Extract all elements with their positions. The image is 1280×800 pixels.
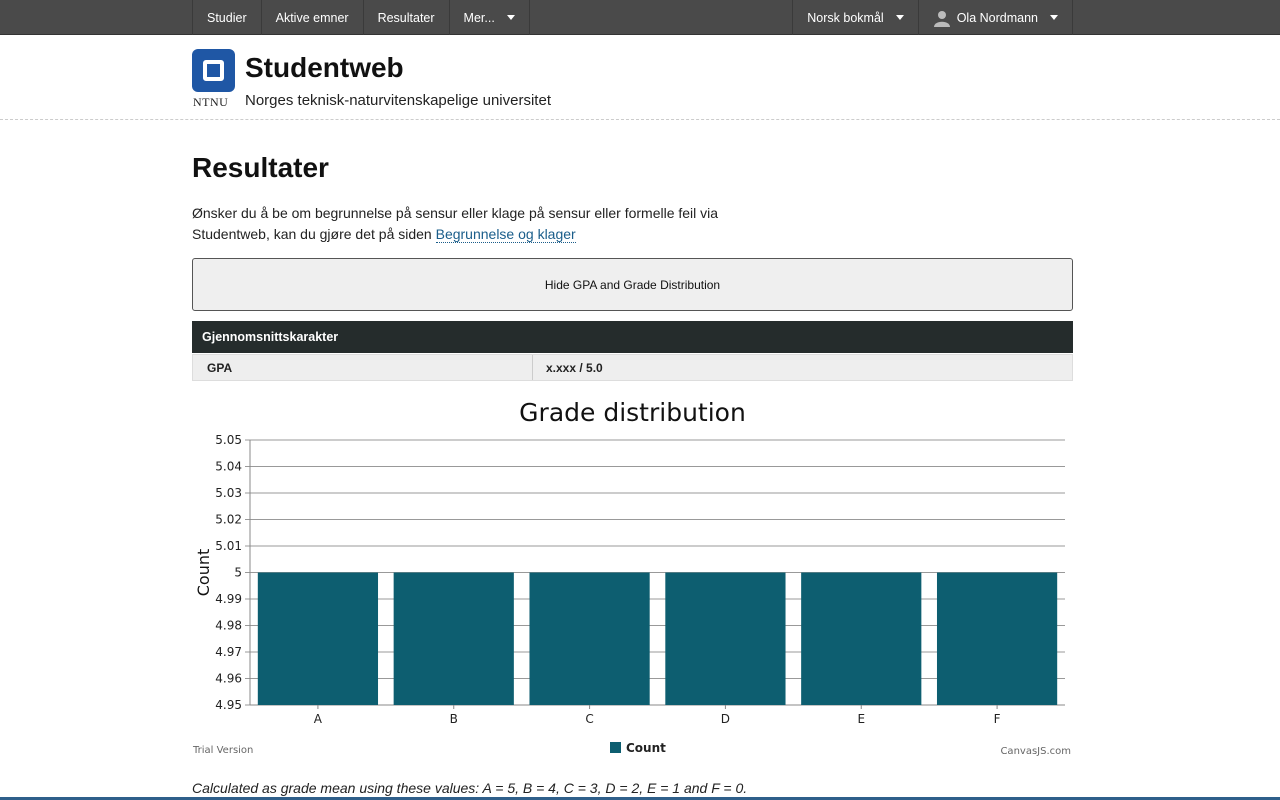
intro-line-1: Ønsker du å be om begrunnelse på sensur …	[192, 205, 719, 221]
y-axis-title: Count	[194, 549, 213, 597]
y-tick-label: 5.01	[215, 539, 242, 553]
page-title: Resultater	[192, 152, 329, 183]
logo-square	[203, 60, 224, 81]
top-navbar: Studier Aktive emner Resultater Mer... N…	[0, 0, 1280, 35]
gpa-table-header: Gjennomsnittskarakter	[192, 321, 1073, 353]
app-title[interactable]: Studentweb	[245, 52, 404, 84]
nav-item-studier[interactable]: Studier	[192, 0, 262, 35]
legend-label: Count	[626, 741, 666, 755]
app-subtitle: Norges teknisk-naturvitenskapelige unive…	[245, 92, 551, 109]
y-tick-label: 4.98	[215, 619, 242, 633]
trial-version-text: Trial Version	[192, 745, 253, 756]
legend-swatch	[610, 742, 621, 753]
gpa-label: GPA	[193, 355, 533, 380]
bar-D	[665, 572, 786, 705]
chevron-down-icon	[1050, 15, 1058, 20]
y-tick-label: 4.99	[215, 592, 242, 606]
nav-item-aktive-emner[interactable]: Aktive emner	[262, 0, 364, 35]
nav-item-label: Resultater	[377, 10, 435, 25]
gpa-footnote: Calculated as grade mean using these val…	[192, 780, 748, 796]
x-tick-label: B	[450, 712, 458, 726]
chevron-down-icon	[895, 15, 904, 20]
ntnu-logo-icon[interactable]	[192, 49, 235, 92]
y-tick-label: 5.03	[215, 486, 242, 500]
gpa-table-row: GPA x.xxx / 5.0	[192, 354, 1073, 381]
chevron-down-icon	[506, 15, 515, 20]
nav-left: Studier Aktive emner Resultater Mer...	[192, 0, 530, 35]
nav-item-label: Studier	[207, 10, 247, 25]
chart-title: Grade distribution	[519, 398, 746, 427]
site-header: NTNU Studentweb Norges teknisk-naturvite…	[0, 36, 1280, 120]
y-tick-label: 4.95	[215, 698, 242, 712]
nav-right: Norsk bokmål Ola Nordmann	[792, 0, 1073, 35]
bar-A	[257, 572, 379, 705]
x-tick-label: A	[314, 712, 323, 726]
toggle-gpa-button[interactable]: Hide GPA and Grade Distribution	[192, 258, 1073, 311]
begrunnelse-link[interactable]: Begrunnelse og klager	[435, 226, 576, 243]
bar-F	[936, 572, 1058, 705]
intro-line-2: Studentweb, kan du gjøre det på siden	[192, 226, 436, 242]
user-menu[interactable]: Ola Nordmann	[919, 0, 1073, 35]
y-tick-label: 5	[234, 566, 242, 580]
y-tick-label: 4.96	[215, 672, 242, 686]
canvasjs-credit: CanvasJS.com	[1000, 746, 1071, 757]
x-tick-label: E	[857, 712, 865, 726]
gpa-value: x.xxx / 5.0	[546, 360, 603, 375]
language-label: Norsk bokmål	[807, 10, 884, 25]
grade-distribution-chart: Grade distribution 4.95 4.96 4.97 4.98 4.99 5…	[192, 390, 1073, 762]
y-tick-label: 4.97	[215, 645, 242, 659]
nav-item-more[interactable]: Mer...	[450, 0, 530, 35]
logo-text: NTNU	[193, 95, 229, 109]
y-tick-label: 5.04	[215, 460, 242, 474]
chart-svg: 4.95 4.96 4.97 4.98 4.99 5 5.01 5.02 5.03 5.04 5.0…	[192, 433, 1071, 757]
language-selector[interactable]: Norsk bokmål	[792, 0, 919, 35]
bar-E	[801, 572, 922, 705]
x-tick-label: F	[994, 712, 1001, 726]
nav-item-label: Mer...	[463, 10, 495, 25]
user-name: Ola Nordmann	[956, 10, 1038, 25]
user-avatar-icon	[933, 10, 950, 27]
nav-item-label: Aktive emner	[275, 10, 349, 25]
y-tick-label: 5.05	[215, 433, 242, 447]
intro-text: Ønsker du å be om begrunnelse på sensur …	[192, 203, 772, 245]
x-tick-label: C	[585, 712, 593, 726]
bar-B	[393, 572, 514, 705]
y-tick-label: 5.02	[215, 513, 242, 527]
x-tick-label: D	[721, 712, 730, 726]
bar-C	[529, 572, 650, 705]
nav-item-resultater[interactable]: Resultater	[364, 0, 450, 35]
